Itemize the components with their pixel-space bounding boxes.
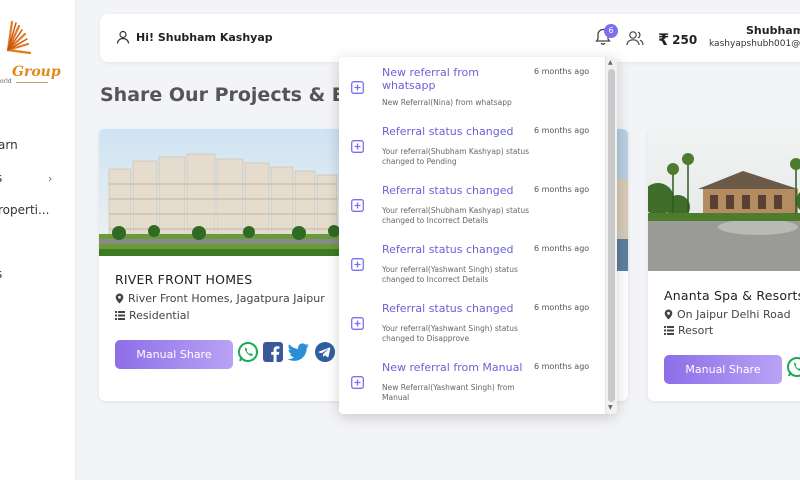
project-category-text: Resort (678, 324, 714, 337)
notification-body: Your referral(Yashwant Singh) status cha… (382, 265, 518, 284)
notification-item[interactable]: Referral status changed 6 months ago You… (339, 175, 607, 234)
notification-body: Your referral(Shubham Kashyap) status ch… (382, 206, 530, 225)
notification-item[interactable]: New referral from whatsapp 6 months ago … (339, 57, 607, 116)
notification-item[interactable]: Referral status changed 6 months ago You… (339, 234, 607, 293)
project-location-text: On Jaipur Delhi Road (677, 308, 791, 321)
logo-subtext: orld (0, 78, 12, 85)
manual-share-button[interactable]: Manual Share (664, 355, 782, 384)
dropdown-scrollbar[interactable]: ▲ ▼ (605, 57, 617, 414)
project-category-text: Residential (129, 309, 190, 322)
project-location: On Jaipur Delhi Road (664, 308, 791, 321)
location-pin-icon (664, 309, 673, 320)
notification-time: 6 months ago (534, 126, 590, 135)
project-card[interactable]: RIVER FRONT HOMES River Front Homes, Jag… (99, 129, 344, 401)
plus-square-icon (351, 317, 364, 330)
wallet-balance[interactable]: ₹ 250 (658, 30, 697, 49)
sun-logo-icon (6, 20, 32, 55)
manual-share-button[interactable]: Manual Share (115, 340, 233, 369)
sidebar-item-label: s (0, 171, 2, 185)
project-category: Resort (664, 324, 713, 337)
notification-item[interactable]: Referral status changed 6 months ago You… (339, 116, 607, 175)
user-name[interactable]: Shubham (746, 24, 800, 37)
sidebar: Group orld arn s › roperti... s (0, 0, 76, 480)
sidebar-item-expandable[interactable]: s (0, 171, 2, 185)
project-title: Ananta Spa & Resorts (664, 288, 800, 303)
facebook-icon[interactable] (262, 341, 284, 363)
user-email: kashyapshubh001@ (709, 39, 800, 49)
rupee-icon: ₹ (658, 30, 670, 49)
project-category: Residential (115, 309, 190, 322)
notification-badge: 6 (604, 24, 618, 38)
sidebar-item-label: arn (0, 138, 18, 152)
notification-time: 6 months ago (534, 362, 590, 371)
sidebar-item-other[interactable]: s (0, 267, 2, 281)
plus-square-icon (351, 140, 364, 153)
twitter-icon[interactable] (287, 341, 311, 363)
sidebar-item-label: roperti... (0, 203, 50, 217)
project-location: River Front Homes, Jagatpura Jaipur (115, 292, 325, 305)
telegram-icon[interactable] (314, 341, 336, 363)
notification-time: 6 months ago (534, 185, 590, 194)
plus-square-icon (351, 376, 364, 389)
notification-time: 6 months ago (534, 244, 590, 253)
project-title: RIVER FRONT HOMES (115, 272, 253, 287)
notification-item[interactable]: Referral status changed 6 months ago You… (339, 293, 607, 352)
notification-title: Referral status changed (382, 125, 514, 138)
social-share-icons (786, 356, 800, 378)
notification-title: New referral from Manual (382, 361, 523, 374)
project-image (99, 129, 344, 256)
project-image (648, 129, 800, 271)
sidebar-item-properties[interactable]: roperti... (0, 203, 49, 217)
greeting: Hi! Shubham Kashyap (116, 30, 273, 44)
social-share-icons (237, 341, 336, 363)
whatsapp-icon[interactable] (786, 356, 800, 378)
users-icon[interactable] (626, 30, 644, 46)
sidebar-item-label: s (0, 267, 2, 281)
list-icon (115, 311, 125, 320)
scrollbar-thumb[interactable] (608, 69, 615, 402)
logo[interactable]: Group orld (0, 10, 75, 85)
notification-body: New Referral(Nina) from whatsapp (382, 98, 512, 107)
notification-title: Referral status changed (382, 184, 514, 197)
plus-square-icon (351, 81, 364, 94)
plus-square-icon (351, 199, 364, 212)
notification-title: Referral status changed (382, 243, 514, 256)
notification-time: 6 months ago (534, 67, 590, 76)
logo-text: Group (12, 64, 61, 80)
whatsapp-icon[interactable] (237, 341, 259, 363)
sidebar-item-share-earn[interactable]: arn (0, 138, 18, 152)
project-card[interactable]: Ananta Spa & Resorts On Jaipur Delhi Roa… (648, 129, 800, 401)
user-icon (116, 30, 130, 44)
location-pin-icon (115, 293, 124, 304)
logo-divider (16, 82, 48, 83)
plus-square-icon (351, 258, 364, 271)
notification-body: New Referral(Yashwant Singh) from Manual (382, 383, 515, 402)
wallet-amount: 250 (672, 32, 698, 47)
scroll-down-icon[interactable]: ▼ (608, 404, 613, 411)
project-location-text: River Front Homes, Jagatpura Jaipur (128, 292, 325, 305)
top-header: Hi! Shubham Kashyap 6 ₹ 250 Shubham kash… (100, 14, 800, 62)
notification-title: Referral status changed (382, 302, 514, 315)
notification-title: New referral from whatsapp (382, 66, 479, 92)
notification-time: 6 months ago (534, 303, 590, 312)
notification-item[interactable]: New referral from Manual 6 months ago Ne… (339, 352, 607, 411)
list-icon (664, 326, 674, 335)
chevron-right-icon[interactable]: › (48, 172, 52, 185)
scroll-up-icon[interactable]: ▲ (608, 59, 613, 66)
greeting-text: Hi! Shubham Kashyap (136, 30, 273, 44)
notification-body: Your referral(Shubham Kashyap) status ch… (382, 147, 530, 166)
notifications-dropdown: New referral from whatsapp 6 months ago … (339, 57, 617, 414)
notification-body: Your referral(Yashwant Singh) status cha… (382, 324, 518, 343)
